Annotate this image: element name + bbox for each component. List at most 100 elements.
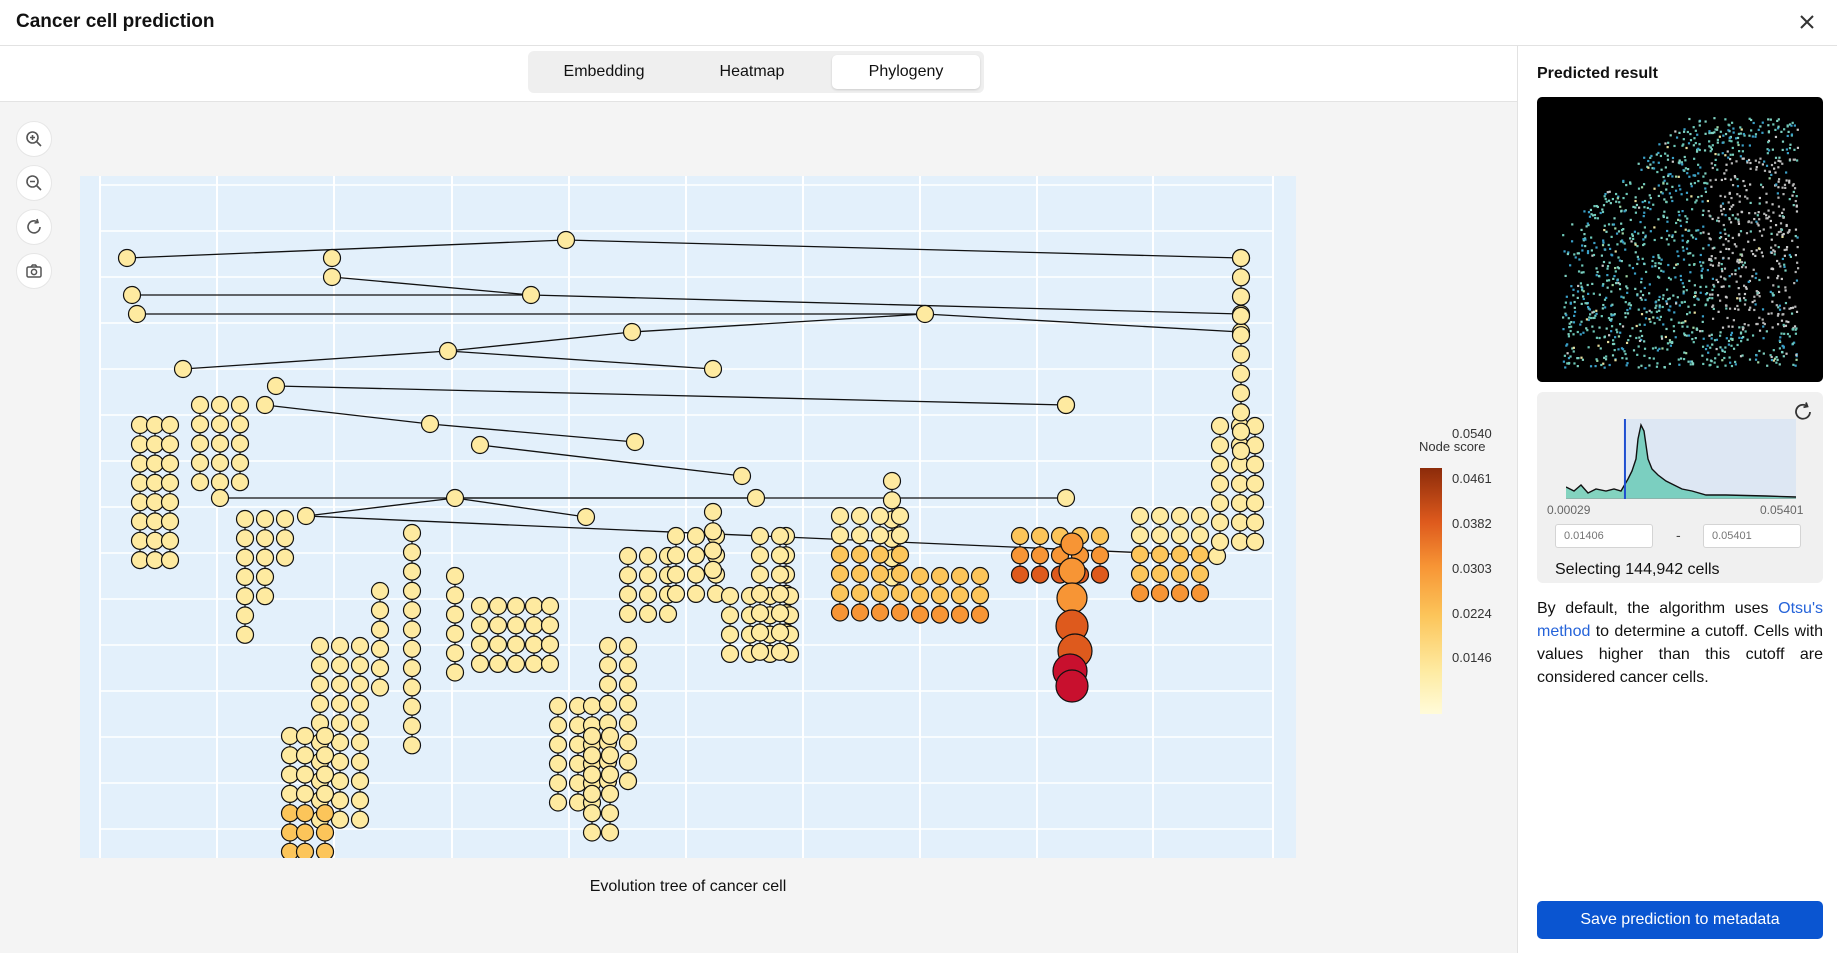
embedding-point — [1594, 314, 1597, 317]
embedding-point — [1581, 358, 1585, 361]
embedding-point — [1771, 203, 1774, 206]
tree-node — [950, 605, 970, 624]
tree-node — [235, 567, 255, 586]
embedding-point — [1649, 163, 1652, 166]
embedding-point — [1737, 308, 1740, 311]
tree-node — [666, 546, 686, 565]
embedding-point — [1637, 258, 1640, 261]
embedding-point — [1667, 243, 1670, 246]
close-icon[interactable] — [1795, 10, 1819, 34]
range-min-input[interactable] — [1555, 524, 1653, 548]
zoom-out-button[interactable] — [16, 165, 52, 201]
embedding-point — [1790, 133, 1794, 136]
range-max-input[interactable] — [1703, 524, 1801, 548]
embedding-point — [1719, 275, 1723, 278]
tab-phylogeny[interactable]: Phylogeny — [832, 55, 980, 89]
tree-node — [315, 784, 335, 804]
embedding-point — [1754, 135, 1757, 138]
reset-button[interactable] — [16, 209, 52, 245]
embedding-point — [1767, 141, 1770, 144]
tab-embedding[interactable]: Embedding — [532, 55, 676, 89]
embedding-point — [1618, 283, 1622, 286]
embedding-point — [1576, 357, 1579, 360]
zoom-in-button[interactable] — [16, 121, 52, 157]
embedding-point — [1745, 232, 1749, 235]
tree-node — [470, 616, 490, 635]
embedding-point — [1756, 214, 1759, 217]
embedding-point — [1693, 311, 1696, 314]
embedding-point — [1673, 311, 1676, 314]
tree-node — [1130, 506, 1150, 526]
embedding-point — [1724, 304, 1728, 307]
screenshot-button[interactable] — [16, 253, 52, 289]
embedding-point — [1637, 162, 1640, 165]
embedding-point — [1697, 172, 1700, 175]
embedding-point — [1603, 224, 1606, 227]
embedding-point — [1661, 347, 1664, 350]
embedding-point — [1777, 180, 1780, 183]
embedding-point — [1696, 133, 1699, 136]
embedding-point — [1629, 304, 1633, 307]
embedding-point — [1648, 318, 1651, 321]
embedding-point — [1761, 163, 1765, 166]
save-prediction-button[interactable]: Save prediction to metadata — [1537, 901, 1823, 939]
tree-node — [915, 304, 935, 324]
tree-node — [521, 285, 541, 305]
embedding-point — [1671, 175, 1674, 178]
tree-node — [445, 663, 465, 682]
embedding-point — [1651, 259, 1654, 263]
histogram-chart[interactable] — [1566, 419, 1796, 499]
tree-node — [556, 230, 576, 250]
embedding-point — [1714, 158, 1717, 162]
embedding-point — [1747, 240, 1750, 243]
embedding-point — [1728, 307, 1732, 310]
tree-node — [1130, 526, 1150, 545]
tab-heatmap[interactable]: Heatmap — [680, 55, 824, 89]
embedding-point — [1795, 210, 1799, 213]
tree-node — [350, 791, 370, 810]
embedding-point — [1568, 361, 1571, 365]
tree-node — [686, 584, 706, 603]
embedding-point — [1641, 293, 1645, 297]
embedding-point — [1608, 190, 1611, 193]
tree-node — [600, 765, 620, 784]
embedding-point — [1678, 304, 1681, 307]
embedding-point — [1603, 298, 1607, 301]
embedding-point — [1572, 350, 1575, 353]
tree-node — [1231, 248, 1251, 268]
embedding-point — [1671, 199, 1674, 203]
embedding-point — [1756, 322, 1759, 326]
tree-node — [618, 546, 638, 566]
embedding-point — [1580, 228, 1583, 232]
embedding-point — [1781, 344, 1784, 347]
embedding-point — [1635, 336, 1638, 340]
embedding-point — [1719, 346, 1722, 349]
embedding-point — [1716, 168, 1719, 171]
embedding-point — [1741, 354, 1744, 357]
tree-node — [402, 543, 422, 562]
embedding-point — [1794, 228, 1798, 231]
embedding-point — [1758, 349, 1761, 353]
tree-node — [160, 531, 180, 550]
embedding-point — [1716, 141, 1719, 144]
embedding-point — [1768, 170, 1771, 173]
embedding-point — [1683, 351, 1686, 354]
embedding-point — [1598, 326, 1601, 329]
embedding-point — [1699, 285, 1702, 289]
embedding-point — [1667, 308, 1670, 311]
embedding-point — [1619, 331, 1622, 334]
embedding-point — [1662, 270, 1665, 273]
embedding-point — [1666, 146, 1669, 149]
tree-node — [746, 488, 766, 508]
embedding-point — [1698, 124, 1701, 127]
embedding-point — [1610, 330, 1613, 333]
tree-node — [160, 454, 180, 473]
tree-node — [235, 606, 255, 625]
tree-node — [350, 752, 370, 771]
tree-node — [910, 586, 930, 605]
embedding-point — [1694, 141, 1697, 145]
embedding-point — [1604, 192, 1607, 196]
embedding-point — [1723, 356, 1726, 360]
embedding-point — [1719, 331, 1722, 334]
embedding-point — [1736, 343, 1739, 347]
